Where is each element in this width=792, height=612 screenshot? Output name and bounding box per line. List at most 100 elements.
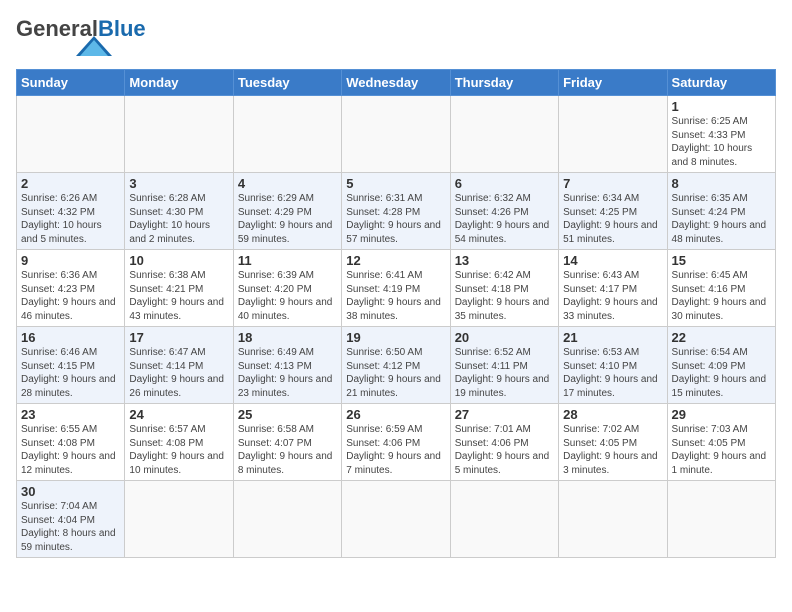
day-info: Sunrise: 6:45 AM Sunset: 4:16 PM Dayligh… [672,269,771,323]
calendar-cell: 5Sunrise: 6:31 AM Sunset: 4:28 PM Daylig… [342,173,450,250]
calendar-cell: 24Sunrise: 6:57 AM Sunset: 4:08 PM Dayli… [125,404,233,481]
page: General Blue SundayMondayTuesdayWednesda… [0,0,792,574]
day-number: 7 [563,176,662,191]
col-header-tuesday: Tuesday [233,70,341,96]
calendar-cell [450,96,558,173]
calendar-week-5: 30Sunrise: 7:04 AM Sunset: 4:04 PM Dayli… [17,481,776,558]
day-number: 30 [21,484,120,499]
day-info: Sunrise: 6:29 AM Sunset: 4:29 PM Dayligh… [238,192,337,246]
day-number: 11 [238,253,337,268]
day-info: Sunrise: 6:59 AM Sunset: 4:06 PM Dayligh… [346,423,445,477]
day-number: 22 [672,330,771,345]
day-number: 24 [129,407,228,422]
day-info: Sunrise: 6:41 AM Sunset: 4:19 PM Dayligh… [346,269,445,323]
calendar-week-1: 2Sunrise: 6:26 AM Sunset: 4:32 PM Daylig… [17,173,776,250]
calendar-cell [342,96,450,173]
calendar-cell: 28Sunrise: 7:02 AM Sunset: 4:05 PM Dayli… [559,404,667,481]
day-number: 9 [21,253,120,268]
calendar-week-2: 9Sunrise: 6:36 AM Sunset: 4:23 PM Daylig… [17,250,776,327]
day-info: Sunrise: 6:35 AM Sunset: 4:24 PM Dayligh… [672,192,771,246]
calendar-cell: 22Sunrise: 6:54 AM Sunset: 4:09 PM Dayli… [667,327,775,404]
day-number: 10 [129,253,228,268]
day-info: Sunrise: 6:54 AM Sunset: 4:09 PM Dayligh… [672,346,771,400]
calendar-week-3: 16Sunrise: 6:46 AM Sunset: 4:15 PM Dayli… [17,327,776,404]
calendar-cell: 6Sunrise: 6:32 AM Sunset: 4:26 PM Daylig… [450,173,558,250]
calendar-cell: 11Sunrise: 6:39 AM Sunset: 4:20 PM Dayli… [233,250,341,327]
calendar-cell: 9Sunrise: 6:36 AM Sunset: 4:23 PM Daylig… [17,250,125,327]
calendar: SundayMondayTuesdayWednesdayThursdayFrid… [16,69,776,558]
day-number: 16 [21,330,120,345]
calendar-cell: 4Sunrise: 6:29 AM Sunset: 4:29 PM Daylig… [233,173,341,250]
day-info: Sunrise: 7:03 AM Sunset: 4:05 PM Dayligh… [672,423,771,477]
calendar-cell: 26Sunrise: 6:59 AM Sunset: 4:06 PM Dayli… [342,404,450,481]
calendar-cell [17,96,125,173]
calendar-cell: 13Sunrise: 6:42 AM Sunset: 4:18 PM Dayli… [450,250,558,327]
day-number: 8 [672,176,771,191]
calendar-cell: 29Sunrise: 7:03 AM Sunset: 4:05 PM Dayli… [667,404,775,481]
day-info: Sunrise: 6:42 AM Sunset: 4:18 PM Dayligh… [455,269,554,323]
day-number: 23 [21,407,120,422]
calendar-cell [233,96,341,173]
day-info: Sunrise: 6:43 AM Sunset: 4:17 PM Dayligh… [563,269,662,323]
calendar-cell: 8Sunrise: 6:35 AM Sunset: 4:24 PM Daylig… [667,173,775,250]
day-info: Sunrise: 6:31 AM Sunset: 4:28 PM Dayligh… [346,192,445,246]
logo: General Blue [16,16,146,61]
day-number: 4 [238,176,337,191]
calendar-cell: 25Sunrise: 6:58 AM Sunset: 4:07 PM Dayli… [233,404,341,481]
calendar-cell: 21Sunrise: 6:53 AM Sunset: 4:10 PM Dayli… [559,327,667,404]
calendar-cell: 15Sunrise: 6:45 AM Sunset: 4:16 PM Dayli… [667,250,775,327]
calendar-cell: 1Sunrise: 6:25 AM Sunset: 4:33 PM Daylig… [667,96,775,173]
calendar-week-4: 23Sunrise: 6:55 AM Sunset: 4:08 PM Dayli… [17,404,776,481]
day-number: 17 [129,330,228,345]
day-number: 19 [346,330,445,345]
col-header-monday: Monday [125,70,233,96]
calendar-cell: 30Sunrise: 7:04 AM Sunset: 4:04 PM Dayli… [17,481,125,558]
day-number: 12 [346,253,445,268]
day-number: 3 [129,176,228,191]
calendar-cell: 16Sunrise: 6:46 AM Sunset: 4:15 PM Dayli… [17,327,125,404]
header: General Blue [16,16,776,61]
day-number: 18 [238,330,337,345]
day-info: Sunrise: 6:28 AM Sunset: 4:30 PM Dayligh… [129,192,228,246]
day-number: 27 [455,407,554,422]
col-header-saturday: Saturday [667,70,775,96]
day-info: Sunrise: 6:58 AM Sunset: 4:07 PM Dayligh… [238,423,337,477]
day-number: 2 [21,176,120,191]
logo-icon [76,36,112,61]
day-info: Sunrise: 6:46 AM Sunset: 4:15 PM Dayligh… [21,346,120,400]
day-info: Sunrise: 6:34 AM Sunset: 4:25 PM Dayligh… [563,192,662,246]
calendar-cell: 12Sunrise: 6:41 AM Sunset: 4:19 PM Dayli… [342,250,450,327]
calendar-cell [559,481,667,558]
day-number: 20 [455,330,554,345]
day-info: Sunrise: 6:49 AM Sunset: 4:13 PM Dayligh… [238,346,337,400]
calendar-cell [125,481,233,558]
calendar-cell: 14Sunrise: 6:43 AM Sunset: 4:17 PM Dayli… [559,250,667,327]
day-number: 5 [346,176,445,191]
day-number: 14 [563,253,662,268]
day-number: 25 [238,407,337,422]
calendar-cell: 19Sunrise: 6:50 AM Sunset: 4:12 PM Dayli… [342,327,450,404]
calendar-header-row: SundayMondayTuesdayWednesdayThursdayFrid… [17,70,776,96]
day-number: 26 [346,407,445,422]
day-number: 13 [455,253,554,268]
day-number: 1 [672,99,771,114]
col-header-sunday: Sunday [17,70,125,96]
calendar-cell [125,96,233,173]
day-info: Sunrise: 6:57 AM Sunset: 4:08 PM Dayligh… [129,423,228,477]
calendar-cell: 27Sunrise: 7:01 AM Sunset: 4:06 PM Dayli… [450,404,558,481]
day-info: Sunrise: 6:26 AM Sunset: 4:32 PM Dayligh… [21,192,120,246]
calendar-cell [342,481,450,558]
day-info: Sunrise: 7:01 AM Sunset: 4:06 PM Dayligh… [455,423,554,477]
calendar-cell [450,481,558,558]
day-number: 15 [672,253,771,268]
calendar-week-0: 1Sunrise: 6:25 AM Sunset: 4:33 PM Daylig… [17,96,776,173]
col-header-wednesday: Wednesday [342,70,450,96]
calendar-cell: 20Sunrise: 6:52 AM Sunset: 4:11 PM Dayli… [450,327,558,404]
day-info: Sunrise: 6:32 AM Sunset: 4:26 PM Dayligh… [455,192,554,246]
calendar-cell: 17Sunrise: 6:47 AM Sunset: 4:14 PM Dayli… [125,327,233,404]
calendar-cell: 7Sunrise: 6:34 AM Sunset: 4:25 PM Daylig… [559,173,667,250]
day-info: Sunrise: 6:47 AM Sunset: 4:14 PM Dayligh… [129,346,228,400]
day-info: Sunrise: 6:53 AM Sunset: 4:10 PM Dayligh… [563,346,662,400]
day-info: Sunrise: 6:52 AM Sunset: 4:11 PM Dayligh… [455,346,554,400]
calendar-cell: 2Sunrise: 6:26 AM Sunset: 4:32 PM Daylig… [17,173,125,250]
